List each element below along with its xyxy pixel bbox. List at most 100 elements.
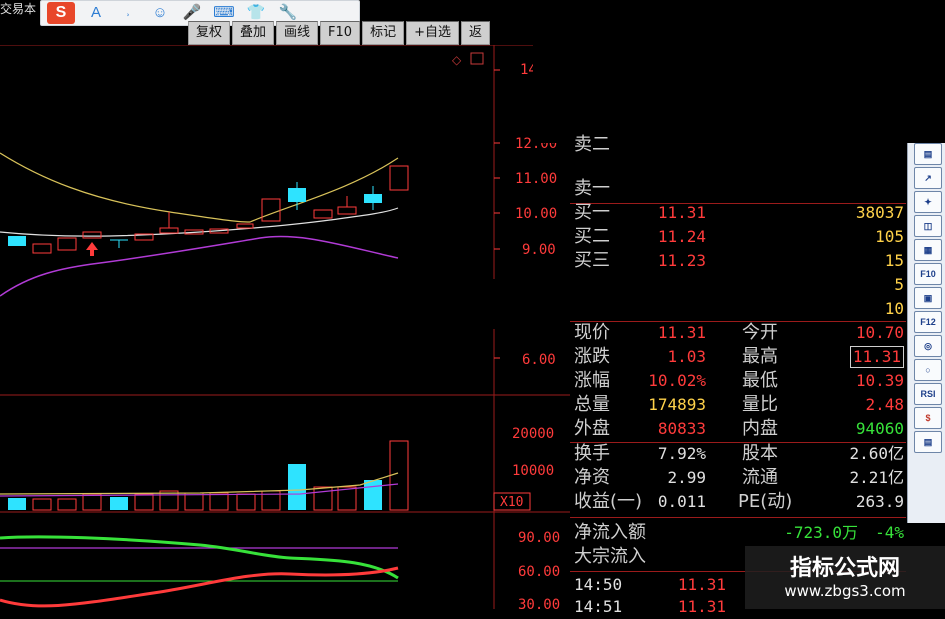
stat-row: 涨跌 1.03 最高 11.31 (570, 345, 906, 369)
volume-bar (184, 492, 204, 511)
f10-icon[interactable]: F10 (914, 263, 942, 285)
tick-price: 11.31 (677, 597, 726, 616)
volume-tick-label: 20000 (512, 426, 554, 442)
stat-row: 收益(一) 0.011 PE(动) 263.9 (570, 490, 906, 514)
indicator-tick-label: 30.00 (518, 597, 560, 609)
buy-signal-arrow-icon (86, 242, 98, 256)
restore-rights-button[interactable]: 复权 (188, 21, 231, 45)
price-tick-label: 6.00 (522, 352, 556, 368)
stat-value: 263.9 (855, 492, 904, 511)
add-watchlist-button[interactable]: +自选 (406, 21, 459, 45)
orderbook-volume: 38037 (855, 203, 904, 222)
volume-bar (57, 498, 77, 511)
net-flow-value: -723.0万 (784, 523, 858, 542)
orderbook-sell-row: 卖一 (570, 177, 906, 201)
candle (236, 223, 254, 229)
circle-icon[interactable]: ○ (914, 359, 942, 381)
candle (159, 227, 179, 234)
indicator-tick-label: 90.00 (518, 530, 560, 546)
table-icon[interactable]: ▦ (914, 239, 942, 261)
stat-label: 总量 (574, 394, 610, 415)
watermark-title: 指标公式网 (789, 556, 900, 581)
stat-label: 内盘 (742, 418, 778, 439)
orderbook-volume: 105 (875, 227, 904, 246)
orderbook-volume: 15 (884, 251, 904, 270)
candle (389, 165, 409, 191)
stat-label: 收益(一) (574, 491, 643, 512)
candle (261, 198, 281, 222)
stat-value: 10.70 (855, 323, 904, 342)
ime-mode-icon[interactable]: A (85, 3, 107, 23)
stat-label: 量比 (742, 394, 778, 415)
divider (570, 517, 906, 518)
stat-label: PE(动) (738, 491, 793, 512)
microphone-icon[interactable]: 🎤 (181, 3, 203, 23)
orderbook-buy-row: 买一 11.31 38037 (570, 201, 906, 225)
stat-row: 外盘 80833 内盘 94060 (570, 417, 906, 441)
quote-panel: 卖二 卖一 买一 11.31 38037 买二 11.24 105 买三 11.… (570, 134, 906, 616)
mark-button[interactable]: 标记 (362, 21, 405, 45)
stat-label: 涨跌 (574, 346, 610, 367)
list-icon[interactable]: ▤ (914, 143, 942, 165)
watermark-url: www.zbgs3.com (784, 582, 906, 600)
tool-sidebar: ▤ ↗ ✦ ◫ ▦ F10 ▣ F12 ◎ ○ RSI $ ▤ (907, 143, 945, 523)
indicator-axis: 90.00 60.00 30.00 (518, 530, 560, 609)
indicator-line-green (0, 535, 399, 580)
candles[interactable] (8, 165, 409, 256)
orderbook-sell-row: 卖二 (570, 133, 906, 157)
sogou-logo-icon[interactable]: S (47, 2, 75, 24)
volume-bar (364, 480, 382, 510)
keyboard-icon[interactable]: ⌨ (213, 3, 235, 23)
diamond-icon[interactable]: ◇ (452, 53, 462, 67)
orderbook-buy-row: 买三 11.23 15 (570, 249, 906, 273)
stat-value: 10.39 (855, 371, 904, 390)
candle (32, 243, 52, 254)
rsi-icon[interactable]: RSI (914, 383, 942, 405)
net-flow-label: 净流入额 (574, 522, 646, 543)
volume-bar (389, 440, 409, 511)
stat-label: 今开 (742, 322, 778, 343)
stat-label: 涨幅 (574, 370, 610, 391)
candle (82, 231, 102, 239)
volume-axis: 20000 10000 X10 (500, 426, 554, 510)
orderbook-buy-row: 买二 11.24 105 (570, 225, 906, 249)
stat-value: 2.48 (865, 395, 904, 414)
skin-icon[interactable]: 👕 (245, 3, 267, 23)
volume-bar (82, 493, 102, 511)
dollar-icon[interactable]: $ (914, 407, 942, 429)
stat-value: 7.92% (657, 444, 706, 463)
kline-icon[interactable]: ✦ (914, 191, 942, 213)
stat-value-highlight: 11.31 (849, 346, 904, 368)
stat-value: 2.21亿 (849, 468, 904, 487)
candle (8, 236, 26, 246)
stat-row: 涨幅 10.02% 最低 10.39 (570, 369, 906, 393)
draw-line-button[interactable]: 画线 (276, 21, 319, 45)
f10-button[interactable]: F10 (320, 21, 361, 45)
volume-bar (110, 497, 128, 510)
grid-icon[interactable]: ▤ (914, 431, 942, 453)
watermark: 指标公式网 www.zbgs3.com (745, 546, 945, 609)
net-flow-percent: -4% (875, 523, 904, 542)
window-icon[interactable]: ◫ (914, 215, 942, 237)
trend-icon[interactable]: ↗ (914, 167, 942, 189)
wrench-icon[interactable]: 🔧 (277, 3, 299, 23)
volume-bar (8, 498, 26, 510)
target-icon[interactable]: ◎ (914, 335, 942, 357)
candle (337, 206, 357, 215)
price-tick-label: 11.00 (515, 171, 557, 187)
f12-icon[interactable]: F12 (914, 311, 942, 333)
ime-punct-icon[interactable]: ˒ (117, 3, 139, 23)
panel-icon[interactable]: ▣ (914, 287, 942, 309)
volume-bars (8, 440, 409, 511)
stat-value: 2.60亿 (849, 444, 904, 463)
candle (57, 237, 77, 251)
orderbook-volume: 10 (884, 299, 904, 318)
tick-price: 11.31 (677, 575, 726, 594)
smiley-icon[interactable]: ☺ (149, 3, 171, 23)
window-icon[interactable] (470, 52, 484, 65)
overlay-button[interactable]: 叠加 (232, 21, 275, 45)
stat-value: 80833 (657, 419, 706, 438)
back-button[interactable]: 返 (461, 21, 491, 45)
price-tick-label: 9.00 (522, 242, 556, 258)
stat-value: 2.99 (667, 468, 706, 487)
